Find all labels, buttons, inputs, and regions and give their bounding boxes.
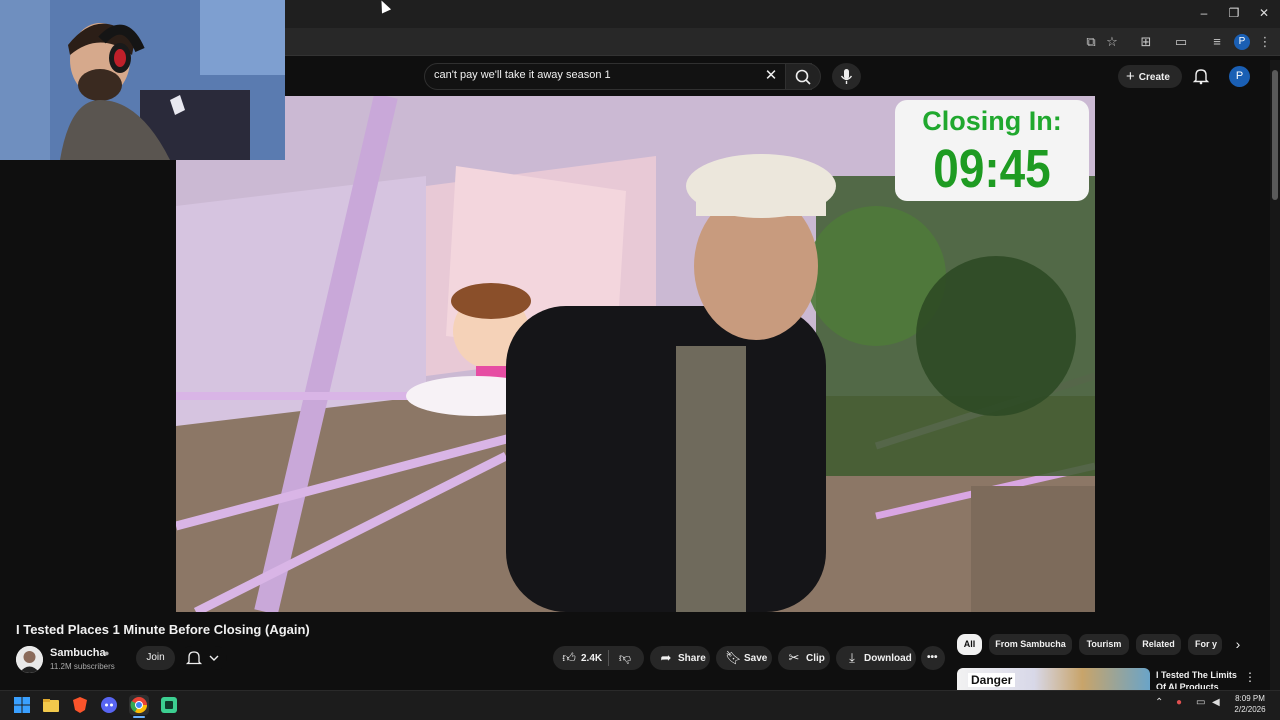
scissors-icon: ✂ <box>788 650 800 665</box>
like-dislike-divider <box>608 650 609 666</box>
split-view-icon[interactable]: ▭ <box>1173 34 1189 50</box>
webcam-image <box>0 0 285 160</box>
join-button[interactable]: Join <box>136 646 175 670</box>
clip-button[interactable]: ✂ Clip <box>778 646 830 670</box>
channel-avatar[interactable] <box>16 646 43 673</box>
share-arrow-icon: ➦ <box>660 650 672 665</box>
network-icon[interactable]: ▭ <box>1196 697 1205 708</box>
microphone-icon <box>840 69 853 84</box>
discord-icon[interactable] <box>99 695 119 715</box>
search-button[interactable] <box>785 63 821 90</box>
share-button[interactable]: ➦ Share <box>650 646 710 670</box>
media-control-icon[interactable]: ≡ <box>1209 34 1225 50</box>
bell-icon <box>185 651 203 665</box>
share-label: Share <box>678 653 706 664</box>
chevron-right-icon[interactable]: › <box>1229 634 1247 655</box>
countdown-value: 09:45 <box>933 139 1051 199</box>
subscriber-count: 11.2M subscribers <box>50 662 115 671</box>
subscription-notifications-button[interactable] <box>180 646 227 670</box>
chip-tourism[interactable]: Tourism <box>1079 634 1129 655</box>
clock-time: 8:09 PM <box>1235 694 1265 703</box>
windows-taskbar <box>0 690 1280 720</box>
create-button[interactable]: + Create <box>1118 65 1182 88</box>
account-avatar[interactable]: P <box>1229 66 1250 87</box>
streamer-webcam <box>0 0 285 160</box>
brave-browser-icon[interactable] <box>70 695 90 715</box>
bookmark-icon: 🔖︎ <box>725 650 742 665</box>
countdown-label: Closing In: <box>922 106 1062 136</box>
active-app-indicator <box>133 716 145 718</box>
bookmark-star-icon[interactable]: ☆ <box>1104 34 1120 50</box>
save-button[interactable]: 🔖︎ Save <box>716 646 772 670</box>
download-icon: ⤓ <box>849 650 855 665</box>
chevron-down-icon <box>209 655 219 661</box>
recommended-video-title[interactable]: I Tested The Limits Of AI Products <box>1156 669 1240 689</box>
more-actions-button[interactable]: ••• <box>921 646 945 670</box>
channel-name[interactable]: Sambucha <box>50 647 106 659</box>
search-icon <box>795 69 811 85</box>
thumbs-down-icon[interactable]: 👎︎ <box>614 650 636 666</box>
install-app-icon[interactable]: ⧉ <box>1083 34 1099 50</box>
file-explorer-icon[interactable] <box>41 695 61 715</box>
download-label: Download <box>864 653 912 664</box>
thumbs-up-icon: 👍︎ <box>562 650 576 665</box>
voice-search-button[interactable] <box>832 63 861 90</box>
create-label: Create <box>1138 72 1170 83</box>
plus-icon: + <box>1126 68 1135 85</box>
extensions-icon[interactable]: ⊞ <box>1138 34 1154 50</box>
more-horizontal-icon: ••• <box>927 652 938 663</box>
kebab-menu-icon[interactable]: ⋮ <box>1244 670 1256 684</box>
like-count: 2.4K <box>581 653 603 664</box>
save-label: Save <box>744 653 768 664</box>
terminal-app-icon[interactable] <box>159 695 179 715</box>
clip-label: Clip <box>806 653 825 664</box>
thumbnail-overlay-text: Danger <box>968 673 1016 687</box>
verified-badge-icon: ● <box>104 648 110 658</box>
taskbar-clock[interactable]: 8:09 PM 2/2/2026 <box>1228 693 1272 715</box>
minimize-icon[interactable]: – <box>1197 6 1211 20</box>
restore-icon[interactable]: ❐ <box>1227 6 1241 20</box>
chip-related[interactable]: Related <box>1136 634 1181 655</box>
scrollbar-thumb[interactable] <box>1272 70 1278 200</box>
browser-profile-avatar[interactable]: P <box>1234 34 1250 50</box>
volume-icon[interactable]: ◀ <box>1212 697 1220 708</box>
kebab-menu-icon[interactable]: ⋮ <box>1257 34 1273 50</box>
video-title: I Tested Places 1 Minute Before Closing … <box>16 622 310 637</box>
download-button[interactable]: ⤓ Download <box>836 646 916 670</box>
search-query-text[interactable]: can't pay we'll take it away season 1 <box>434 69 611 81</box>
close-window-icon[interactable]: ✕ <box>1257 6 1271 20</box>
chevron-up-icon[interactable]: ⌃ <box>1155 697 1163 708</box>
chip-for-you[interactable]: For y <box>1188 634 1222 655</box>
chip-from-channel[interactable]: From Sambucha <box>989 634 1072 655</box>
microphone-in-use-icon[interactable]: ● <box>1176 697 1182 708</box>
windows-start-icon[interactable] <box>12 695 32 715</box>
chrome-icon[interactable] <box>129 695 149 715</box>
notifications-bell-icon[interactable] <box>1192 67 1210 85</box>
clear-search-icon[interactable]: ✕ <box>764 68 778 84</box>
clock-date: 2/2/2026 <box>1234 705 1266 714</box>
chip-all[interactable]: All <box>957 634 982 655</box>
